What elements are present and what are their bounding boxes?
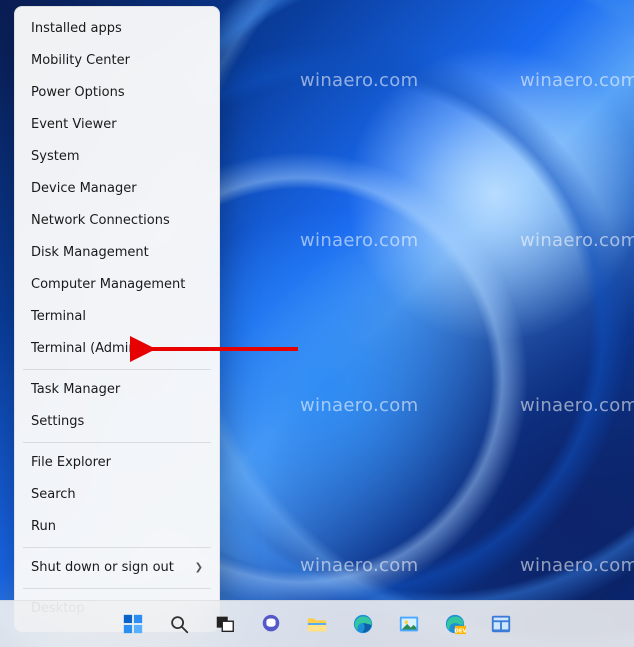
watermark: winaero.com	[520, 230, 634, 251]
start-button[interactable]	[114, 605, 152, 643]
task-view-button[interactable]	[206, 605, 244, 643]
menu-item-label: System	[31, 141, 79, 173]
watermark: winaero.com	[300, 395, 418, 416]
chat-icon	[260, 613, 282, 635]
edge-dev-button[interactable]: DEV	[436, 605, 474, 643]
watermark: winaero.com	[300, 70, 418, 91]
search-button[interactable]	[160, 605, 198, 643]
menu-item-computer-management[interactable]: Computer Management	[15, 269, 219, 301]
svg-text:DEV: DEV	[454, 628, 466, 634]
menu-item-label: Device Manager	[31, 173, 137, 205]
watermark: winaero.com	[300, 230, 418, 251]
menu-item-label: Mobility Center	[31, 45, 130, 77]
menu-item-label: Terminal	[31, 301, 86, 333]
menu-item-label: Terminal (Admin)	[31, 333, 142, 365]
menu-item-label: Task Manager	[31, 374, 120, 406]
menu-separator	[23, 369, 211, 370]
menu-item-label: Computer Management	[31, 269, 185, 301]
windows-logo-icon	[122, 613, 144, 635]
menu-item-file-explorer[interactable]: File Explorer	[15, 447, 219, 479]
file-explorer-icon	[306, 613, 328, 635]
photos-button[interactable]	[390, 605, 428, 643]
menu-item-power-options[interactable]: Power Options	[15, 77, 219, 109]
menu-item-label: Network Connections	[31, 205, 170, 237]
menu-item-terminal-admin[interactable]: Terminal (Admin)	[15, 333, 219, 365]
winx-context-menu: Installed apps Mobility Center Power Opt…	[14, 6, 220, 632]
menu-item-search[interactable]: Search	[15, 479, 219, 511]
menu-separator	[23, 588, 211, 589]
photos-icon	[398, 613, 420, 635]
menu-item-label: Power Options	[31, 77, 125, 109]
edge-dev-icon: DEV	[444, 613, 466, 635]
menu-item-installed-apps[interactable]: Installed apps	[15, 13, 219, 45]
menu-item-label: Disk Management	[31, 237, 149, 269]
menu-item-task-manager[interactable]: Task Manager	[15, 374, 219, 406]
menu-separator	[23, 547, 211, 548]
menu-item-run[interactable]: Run	[15, 511, 219, 543]
menu-item-label: File Explorer	[31, 447, 111, 479]
menu-separator	[23, 442, 211, 443]
menu-item-label: Shut down or sign out	[31, 552, 174, 584]
edge-button[interactable]	[344, 605, 382, 643]
file-explorer-button[interactable]	[298, 605, 336, 643]
watermark: winaero.com	[520, 555, 634, 576]
desktop[interactable]: winaero.com winaero.com winaero.com wina…	[0, 0, 634, 647]
menu-item-system[interactable]: System	[15, 141, 219, 173]
menu-item-shutdown-signout[interactable]: Shut down or sign out ❯	[15, 552, 219, 584]
menu-item-device-manager[interactable]: Device Manager	[15, 173, 219, 205]
menu-item-label: Run	[31, 511, 56, 543]
chat-button[interactable]	[252, 605, 290, 643]
menu-item-mobility-center[interactable]: Mobility Center	[15, 45, 219, 77]
watermark: winaero.com	[520, 395, 634, 416]
menu-item-label: Search	[31, 479, 76, 511]
menu-item-label: Installed apps	[31, 13, 122, 45]
menu-item-label: Settings	[31, 406, 84, 438]
edge-icon	[352, 613, 374, 635]
winaero-tweaker-button[interactable]	[482, 605, 520, 643]
watermark: winaero.com	[520, 70, 634, 91]
search-icon	[168, 613, 190, 635]
taskbar: DEV	[0, 600, 634, 647]
menu-item-event-viewer[interactable]: Event Viewer	[15, 109, 219, 141]
menu-item-settings[interactable]: Settings	[15, 406, 219, 438]
taskview-icon	[214, 613, 236, 635]
menu-item-disk-management[interactable]: Disk Management	[15, 237, 219, 269]
watermark: winaero.com	[300, 555, 418, 576]
chevron-right-icon: ❯	[195, 552, 203, 584]
menu-item-terminal[interactable]: Terminal	[15, 301, 219, 333]
winaero-tweaker-icon	[490, 613, 512, 635]
menu-item-network-connections[interactable]: Network Connections	[15, 205, 219, 237]
menu-item-label: Event Viewer	[31, 109, 117, 141]
